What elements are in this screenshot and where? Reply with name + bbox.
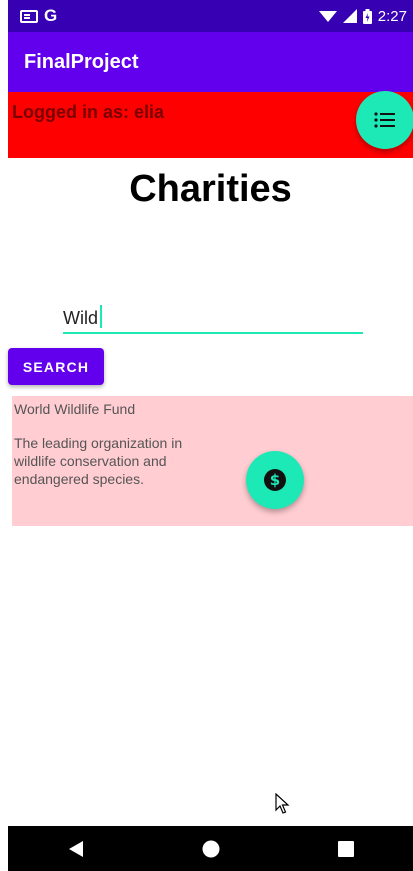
search-button[interactable]: SEARCH xyxy=(8,348,104,385)
list-item[interactable]: World Wildlife Fund The leading organiza… xyxy=(12,396,413,526)
charity-description: The leading organization in wildlife con… xyxy=(14,435,183,487)
frame-edge xyxy=(0,0,8,871)
status-bar: G 2:27 xyxy=(8,0,413,32)
logged-in-label: Logged in as: elia xyxy=(12,102,165,122)
nav-recents-button[interactable] xyxy=(326,829,366,869)
mouse-pointer-icon xyxy=(275,793,290,814)
list-icon xyxy=(374,112,395,128)
nav-home-button[interactable] xyxy=(191,829,231,869)
page-title: Charities xyxy=(129,168,292,210)
status-right: 2:27 xyxy=(318,7,407,25)
text-cursor xyxy=(100,305,102,328)
svg-text:$: $ xyxy=(270,471,280,489)
login-banner: Logged in as: elia xyxy=(8,92,413,158)
status-left: G xyxy=(20,6,57,26)
notification-icon xyxy=(20,10,38,23)
status-time: 2:27 xyxy=(377,7,407,25)
carrier-icon: G xyxy=(44,6,58,25)
donate-fab-button[interactable]: $ xyxy=(246,451,304,509)
charity-name: World Wildlife Fund xyxy=(14,401,136,417)
navigation-bar xyxy=(8,826,413,871)
list-fab-button[interactable] xyxy=(356,91,413,149)
dollar-icon: $ xyxy=(264,469,286,491)
app-title: FinalProject xyxy=(24,50,139,73)
search-input[interactable] xyxy=(63,304,363,334)
back-icon xyxy=(68,840,83,857)
app-bar: FinalProject xyxy=(8,32,413,92)
nav-back-button[interactable] xyxy=(56,829,96,869)
wifi-icon xyxy=(318,11,337,22)
battery-icon xyxy=(362,8,372,24)
recents-icon xyxy=(337,840,354,857)
signal-icon xyxy=(342,9,357,23)
home-icon xyxy=(202,840,219,857)
